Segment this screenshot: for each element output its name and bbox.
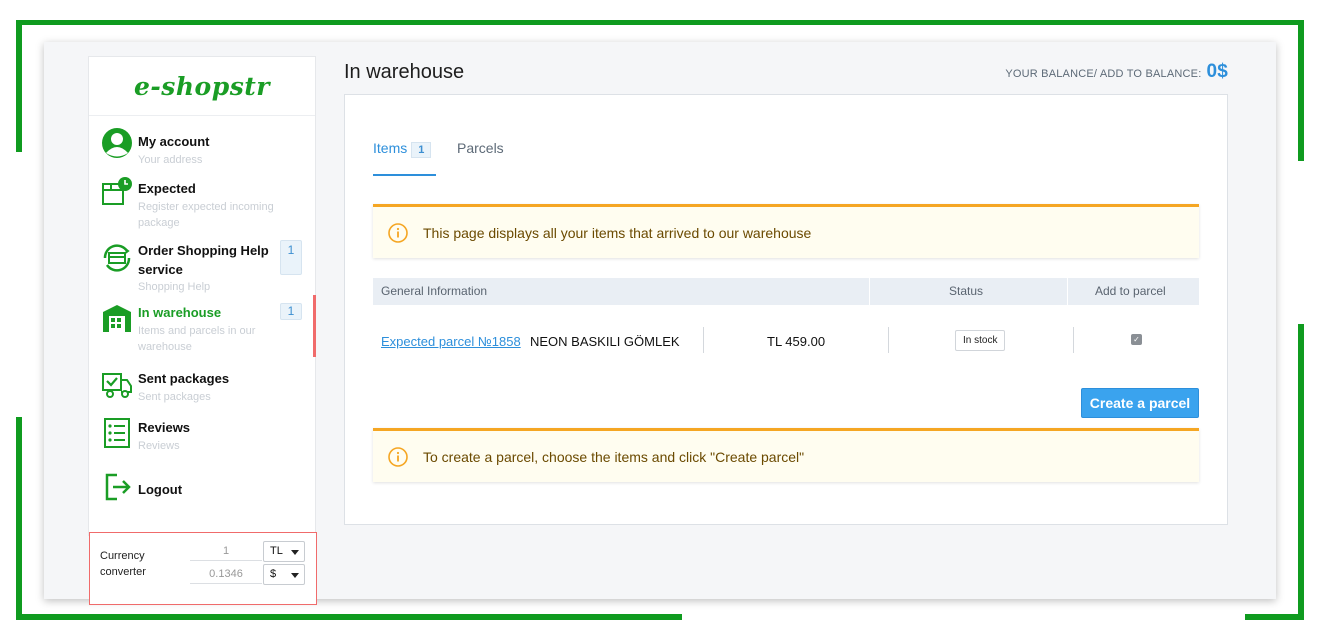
sidebar-item-reviews[interactable]: Reviews Reviews bbox=[89, 415, 317, 460]
info-icon bbox=[388, 446, 408, 467]
sidebar-item-badge: 1 bbox=[280, 303, 302, 320]
column-divider bbox=[1067, 278, 1068, 305]
row-divider bbox=[1073, 327, 1074, 353]
tab-items[interactable]: Items 1 bbox=[373, 140, 436, 176]
user-circle-icon bbox=[102, 128, 132, 158]
info-notice-text: To create a parcel, choose the items and… bbox=[423, 448, 805, 465]
sidebar-item-sub: Your address bbox=[138, 154, 203, 166]
sidebar-item-sub: Register expected incoming package bbox=[138, 201, 274, 229]
tabs: Items 1 Parcels bbox=[373, 140, 1199, 176]
frame-left-bottom bbox=[16, 417, 22, 619]
currency-to-value: $ bbox=[270, 568, 277, 580]
info-notice-bottom: To create a parcel, choose the items and… bbox=[373, 428, 1199, 482]
item-price: TL 459.00 bbox=[767, 334, 826, 349]
column-header-status: Status bbox=[949, 284, 984, 298]
frame-bottom-left bbox=[16, 614, 682, 620]
sidebar-item-sub: Items and parcels in our warehouse bbox=[138, 325, 256, 353]
sidebar-item-sub: Reviews bbox=[138, 440, 180, 452]
balance-label[interactable]: YOUR BALANCE/ ADD TO BALANCE: bbox=[1005, 68, 1201, 80]
sidebar-item-label: Order Shopping Help service bbox=[138, 243, 269, 277]
info-icon bbox=[388, 222, 408, 243]
package-clock-icon bbox=[102, 177, 132, 205]
item-name: NEON BASKILI GÖMLEK bbox=[530, 334, 680, 349]
frame-right-top bbox=[1298, 20, 1304, 161]
sidebar-item-in-warehouse[interactable]: In warehouse Items and parcels in our wa… bbox=[89, 295, 317, 361]
reviews-list-icon bbox=[104, 418, 130, 448]
frame-bottom-right bbox=[1245, 614, 1304, 620]
column-header-add-to-parcel: Add to parcel bbox=[1095, 284, 1166, 298]
sidebar-item-sub: Sent packages bbox=[138, 391, 211, 403]
chevron-down-icon bbox=[291, 573, 299, 578]
frame-left-top bbox=[16, 20, 22, 152]
active-indicator bbox=[313, 295, 316, 357]
sidebar-item-label: My account bbox=[138, 134, 210, 149]
logout-icon bbox=[105, 473, 131, 501]
balance-amount[interactable]: 0$ bbox=[1206, 61, 1228, 83]
currency-to-select[interactable]: $ bbox=[263, 564, 305, 585]
currency-from-select[interactable]: TL bbox=[263, 541, 305, 562]
truck-check-icon bbox=[102, 373, 132, 398]
tab-items-label: Items bbox=[373, 140, 408, 156]
sidebar-item-label: In warehouse bbox=[138, 305, 222, 320]
status-badge: In stock bbox=[955, 330, 1006, 351]
logo[interactable]: e-shopstr bbox=[89, 57, 315, 116]
column-header-general: General Information bbox=[381, 284, 488, 298]
shopping-help-icon bbox=[103, 244, 131, 272]
tab-items-badge: 1 bbox=[411, 142, 432, 158]
currency-converter-label: Currency converter bbox=[100, 550, 146, 578]
row-divider bbox=[888, 327, 889, 353]
sidebar-item-logout[interactable]: Logout bbox=[89, 467, 317, 507]
add-to-parcel-checkbox[interactable]: ✓ bbox=[1131, 334, 1142, 345]
sidebar-item-sub: Shopping Help bbox=[138, 281, 211, 293]
tab-parcels[interactable]: Parcels bbox=[457, 140, 504, 176]
column-divider bbox=[869, 278, 870, 305]
info-notice-top: This page displays all your items that a… bbox=[373, 204, 1199, 258]
currency-to-input[interactable] bbox=[190, 564, 262, 584]
sidebar-item-label: Expected bbox=[138, 181, 196, 196]
create-parcel-button[interactable]: Create a parcel bbox=[1081, 388, 1199, 418]
table-header: General Information Status Add to parcel bbox=[373, 278, 1199, 305]
frame-right-bottom bbox=[1298, 324, 1304, 619]
sidebar-item-sent-packages[interactable]: Sent packages Sent packages bbox=[89, 366, 317, 411]
sidebar-item-expected[interactable]: Expected Register expected incoming pack… bbox=[89, 174, 317, 234]
warehouse-icon bbox=[103, 305, 131, 332]
row-divider bbox=[703, 327, 704, 353]
main-panel: Items 1 Parcels This page displays all yo… bbox=[344, 94, 1228, 525]
sidebar-item-my-account[interactable]: My account Your address bbox=[89, 127, 317, 172]
frame-top bbox=[16, 20, 1304, 25]
page-title: In warehouse bbox=[344, 61, 465, 83]
table-row: Expected parcel №1858 NEON BASKILI GÖMLE… bbox=[373, 320, 1199, 360]
currency-from-input[interactable] bbox=[190, 541, 262, 561]
sidebar-item-label: Reviews bbox=[138, 420, 191, 435]
parcel-link[interactable]: Expected parcel №1858 bbox=[381, 334, 521, 349]
sidebar-item-label: Logout bbox=[138, 482, 183, 497]
app-window: e-shopstr My account Your address Expect… bbox=[44, 42, 1276, 605]
sidebar-item-shopping-help[interactable]: Order Shopping Help service Shopping Hel… bbox=[89, 236, 317, 296]
sidebar-item-badge: 1 bbox=[280, 240, 302, 275]
balance: YOUR BALANCE/ ADD TO BALANCE: 0$ bbox=[1005, 61, 1228, 83]
sidebar: e-shopstr My account Your address Expect… bbox=[88, 56, 317, 605]
info-notice-text: This page displays all your items that a… bbox=[423, 224, 812, 241]
sidebar-item-label: Sent packages bbox=[138, 371, 230, 386]
currency-converter: Currency converter TL $ bbox=[89, 532, 317, 605]
chevron-down-icon bbox=[291, 550, 299, 555]
currency-from-value: TL bbox=[270, 545, 283, 557]
